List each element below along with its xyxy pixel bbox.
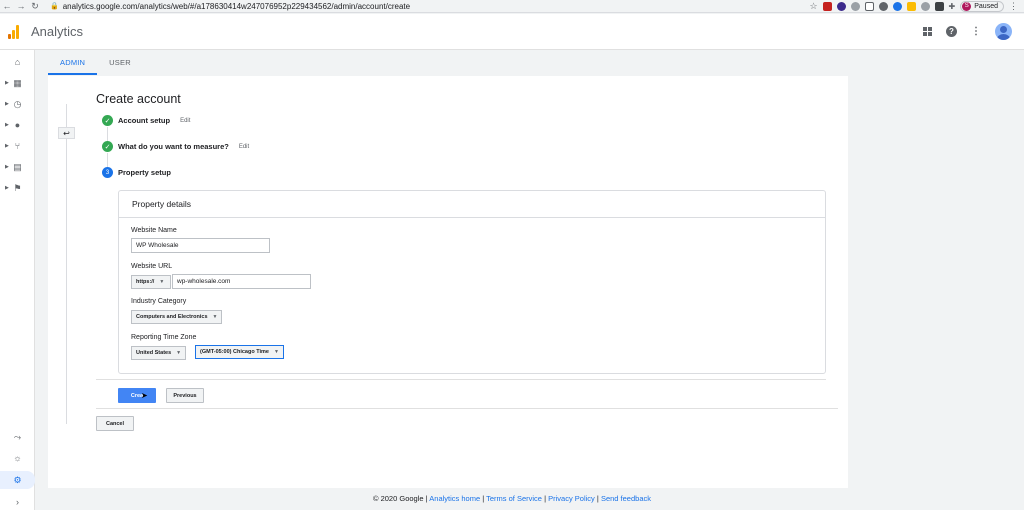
analytics-logo-icon[interactable] <box>8 24 19 39</box>
admin-gear-icon[interactable]: ⚙ <box>0 471 35 489</box>
browser-menu-icon[interactable]: ⋮ <box>1009 1 1018 12</box>
home-icon[interactable]: ⌂ <box>0 54 35 70</box>
forward-arrow-icon[interactable]: → <box>14 0 28 13</box>
edit-measure-link[interactable]: Edit <box>239 144 249 150</box>
footer-separator: | <box>596 494 599 503</box>
terms-of-service-link[interactable]: Terms of Service <box>486 494 542 503</box>
help-icon[interactable]: ? <box>946 26 957 37</box>
app-header: Analytics ? ⋮ <box>0 14 1024 50</box>
tab-admin[interactable]: ADMIN <box>48 51 98 75</box>
attribution-icon[interactable]: ⤳ <box>0 429 35 445</box>
country-select[interactable]: United States ▼ <box>131 346 187 360</box>
website-url-input[interactable]: wp-wholesale.com <box>172 274 311 289</box>
extension-icon[interactable] <box>878 1 888 11</box>
extension-icon[interactable] <box>906 1 916 11</box>
create-button[interactable]: Crea <box>118 388 156 403</box>
admin-tabs: ADMIN USER <box>48 51 143 75</box>
acquisition-icon[interactable]: ▶ ⑂ <box>0 138 35 154</box>
extension-icon[interactable] <box>836 1 846 11</box>
check-circle-icon: ✓ <box>102 141 113 152</box>
extension-icon[interactable] <box>892 1 902 11</box>
profile-button[interactable]: S Paused <box>960 0 1004 12</box>
extension-icon[interactable] <box>934 1 944 11</box>
clock-icon[interactable]: ▶ ◷ <box>0 96 35 112</box>
property-details-card: Property details Website Name WP Wholesa… <box>118 190 826 374</box>
star-icon[interactable]: ☆ <box>809 1 817 12</box>
dashboard-icon[interactable]: ▶ ▦ <box>0 75 35 91</box>
protocol-value: https:// <box>136 279 155 285</box>
analytics-home-link[interactable]: Analytics home <box>429 494 480 503</box>
puzzle-icon[interactable]: ✚ <box>949 2 956 11</box>
step-number-badge: 3 <box>102 167 113 178</box>
extension-icon[interactable] <box>822 1 832 11</box>
profile-avatar: S <box>962 1 972 11</box>
lock-icon: 🔒 <box>50 3 59 10</box>
dropdown-arrow-icon: ▼ <box>176 350 182 356</box>
industry-category-label: Industry Category <box>131 298 187 305</box>
reload-icon[interactable]: ↻ <box>28 0 42 13</box>
step-label: Account setup <box>118 116 171 125</box>
tab-user[interactable]: USER <box>97 51 143 75</box>
edit-account-setup-link[interactable]: Edit <box>180 118 190 124</box>
back-arrow-icon: ↩ <box>63 128 70 138</box>
divider <box>96 379 826 380</box>
check-circle-icon: ✓ <box>102 115 113 126</box>
footer: © 2020 Google | Analytics home | Terms o… <box>0 494 1024 503</box>
more-vert-icon[interactable]: ⋮ <box>971 26 981 37</box>
reporting-time-zone-label: Reporting Time Zone <box>131 334 197 341</box>
back-arrow-button[interactable]: ↩ <box>58 127 75 139</box>
website-name-input[interactable]: WP Wholesale <box>131 238 270 253</box>
industry-value: Computers and Electronics <box>136 314 208 320</box>
step-label: What do you want to measure? <box>118 142 229 151</box>
back-arrow-icon[interactable]: ← <box>0 0 14 13</box>
page-title: Create account <box>96 92 181 106</box>
mouse-cursor-icon: ➤ <box>141 391 148 400</box>
step-connector <box>107 153 108 168</box>
step-measure: ✓ What do you want to measure? Edit <box>102 141 249 152</box>
cancel-button[interactable]: Cancel <box>96 416 134 431</box>
send-feedback-link[interactable]: Send feedback <box>601 494 651 503</box>
browser-toolbar: ← → ↻ 🔒 analytics.google.com/analytics/w… <box>0 0 1024 13</box>
lightbulb-icon[interactable]: ☼ <box>0 450 35 466</box>
privacy-policy-link[interactable]: Privacy Policy <box>548 494 595 503</box>
dropdown-arrow-icon: ▼ <box>159 279 165 285</box>
step-account-setup: ✓ Account setup Edit <box>102 115 190 126</box>
app-title: Analytics <box>31 24 84 39</box>
address-bar[interactable]: 🔒 analytics.google.com/analytics/web/#/a… <box>50 2 410 11</box>
behavior-icon[interactable]: ▶ ▤ <box>0 159 35 175</box>
card-heading: Property details <box>119 191 825 218</box>
extension-icon[interactable] <box>850 1 860 11</box>
dropdown-arrow-icon: ▼ <box>273 349 279 355</box>
industry-category-select[interactable]: Computers and Electronics ▼ <box>131 310 223 324</box>
previous-button[interactable]: Previous <box>166 388 204 403</box>
footer-separator: | <box>482 494 485 503</box>
apps-grid-icon[interactable] <box>923 27 932 36</box>
step-property-setup: 3 Property setup <box>102 167 171 178</box>
website-url-label: Website URL <box>131 263 173 270</box>
dropdown-arrow-icon: ▼ <box>212 314 218 320</box>
flag-icon[interactable]: ▶ ⚑ <box>0 180 35 196</box>
divider <box>96 408 838 409</box>
country-value: United States <box>136 350 172 356</box>
extension-icon[interactable] <box>920 1 930 11</box>
stepper-line <box>66 104 67 424</box>
profile-status: Paused <box>974 2 998 10</box>
timezone-select[interactable]: (GMT-05:00) Chicago Time ▼ <box>195 345 284 359</box>
pocket-icon[interactable] <box>864 1 874 11</box>
copyright-text: © 2020 Google | <box>372 494 428 503</box>
account-avatar[interactable] <box>995 23 1012 40</box>
left-nav-rail: ⌂ ▶ ▦ ▶ ◷ ▶ ● ▶ ⑂ ▶ ▤ ▶ ⚑ ⤳ ☼ ⚙ › <box>0 50 35 510</box>
protocol-select[interactable]: https:// ▼ <box>131 275 171 289</box>
footer-separator: | <box>544 494 547 503</box>
step-label: Property setup <box>118 168 171 177</box>
person-icon[interactable]: ▶ ● <box>0 117 35 133</box>
url-text: analytics.google.com/analytics/web/#/a17… <box>62 1 411 11</box>
website-name-label: Website Name <box>131 227 177 234</box>
step-connector <box>107 127 108 142</box>
timezone-value: (GMT-05:00) Chicago Time <box>200 349 269 355</box>
